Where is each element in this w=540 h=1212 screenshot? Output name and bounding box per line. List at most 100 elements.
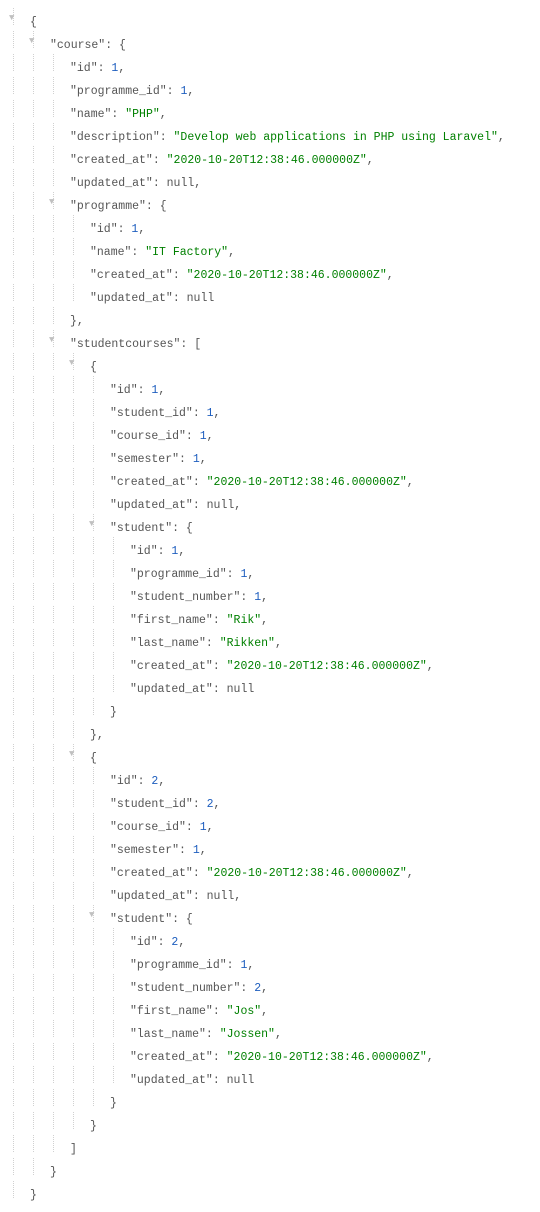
json-line: "updated_at": null, [10, 882, 530, 905]
json-line: "id": 1, [10, 537, 530, 560]
json-key: "id" [130, 545, 158, 558]
json-key: "course_id" [110, 821, 186, 834]
json-key: "course" [50, 39, 105, 52]
json-key: "updated_at" [90, 292, 173, 305]
json-line: } [10, 1089, 530, 1112]
json-line: } [10, 1181, 530, 1204]
json-line: "id": 2, [10, 767, 530, 790]
json-key: "first_name" [130, 1005, 213, 1018]
json-value: null [207, 499, 235, 512]
json-line: "updated_at": null [10, 284, 530, 307]
expand-toggle-icon[interactable]: ▼ [9, 10, 14, 27]
json-value: "2020-10-20T12:38:46.000000Z" [227, 660, 427, 673]
json-line: "student_id": 2, [10, 790, 530, 813]
json-key: "updated_at" [110, 499, 193, 512]
json-key: "course_id" [110, 430, 186, 443]
json-key: "studentcourses" [70, 338, 180, 351]
json-key: "student_id" [110, 407, 193, 420]
json-key: "name" [90, 246, 131, 259]
json-value: null [227, 1074, 255, 1087]
json-line: "created_at": "2020-10-20T12:38:46.00000… [10, 859, 530, 882]
json-value: 1 [200, 821, 207, 834]
json-key: "updated_at" [130, 1074, 213, 1087]
json-line: ▼"studentcourses": [ [10, 330, 530, 353]
json-value: 1 [193, 453, 200, 466]
json-line: "id": 1, [10, 215, 530, 238]
json-line: ▼"programme": { [10, 192, 530, 215]
json-key: "created_at" [70, 154, 153, 167]
json-line: } [10, 698, 530, 721]
json-key: "last_name" [130, 1028, 206, 1041]
json-key: "id" [90, 223, 118, 236]
json-line: "programme_id": 1, [10, 77, 530, 100]
json-line: }, [10, 721, 530, 744]
expand-toggle-icon[interactable]: ▼ [69, 746, 74, 763]
expand-toggle-icon[interactable]: ▼ [49, 332, 54, 349]
json-line: "updated_at": null, [10, 491, 530, 514]
json-line: "student_id": 1, [10, 399, 530, 422]
json-tree: ▼{▼"course": {"id": 1,"programme_id": 1,… [10, 8, 530, 1204]
json-key: "last_name" [130, 637, 206, 650]
json-line: "updated_at": null [10, 675, 530, 698]
json-value: null [227, 683, 255, 696]
json-line: ▼"course": { [10, 31, 530, 54]
json-value: null [187, 292, 215, 305]
json-line: "description": "Develop web applications… [10, 123, 530, 146]
json-line: "programme_id": 1, [10, 951, 530, 974]
json-key: "created_at" [130, 1051, 213, 1064]
json-key: "name" [70, 108, 111, 121]
json-line: ▼"student": { [10, 514, 530, 537]
json-value: "2020-10-20T12:38:46.000000Z" [207, 867, 407, 880]
json-key: "first_name" [130, 614, 213, 627]
expand-toggle-icon[interactable]: ▼ [69, 355, 74, 372]
json-key: "id" [110, 384, 138, 397]
json-value: 1 [240, 959, 247, 972]
json-key: "created_at" [110, 867, 193, 880]
json-value: "2020-10-20T12:38:46.000000Z" [227, 1051, 427, 1064]
json-line: "last_name": "Jossen", [10, 1020, 530, 1043]
json-line: ▼{ [10, 353, 530, 376]
json-line: "programme_id": 1, [10, 560, 530, 583]
expand-toggle-icon[interactable]: ▼ [89, 516, 94, 533]
json-line: ▼{ [10, 744, 530, 767]
json-value: 1 [200, 430, 207, 443]
json-value: null [167, 177, 195, 190]
json-line: "first_name": "Jos", [10, 997, 530, 1020]
json-line: "created_at": "2020-10-20T12:38:46.00000… [10, 652, 530, 675]
json-line: } [10, 1112, 530, 1135]
expand-toggle-icon[interactable]: ▼ [89, 907, 94, 924]
json-line: "semester": 1, [10, 445, 530, 468]
json-value: "Jossen" [220, 1028, 275, 1041]
json-line: "created_at": "2020-10-20T12:38:46.00000… [10, 1043, 530, 1066]
json-line: }, [10, 307, 530, 330]
json-line: "id": 2, [10, 928, 530, 951]
json-key: "programme_id" [130, 959, 227, 972]
json-line: "semester": 1, [10, 836, 530, 859]
json-value: "2020-10-20T12:38:46.000000Z" [167, 154, 367, 167]
json-line: "course_id": 1, [10, 813, 530, 836]
json-value: "2020-10-20T12:38:46.000000Z" [207, 476, 407, 489]
json-key: "programme_id" [130, 568, 227, 581]
json-key: "id" [110, 775, 138, 788]
json-line: "student_number": 2, [10, 974, 530, 997]
expand-toggle-icon[interactable]: ▼ [49, 194, 54, 211]
json-key: "student_id" [110, 798, 193, 811]
json-line: "first_name": "Rik", [10, 606, 530, 629]
json-value: "Develop web applications in PHP using L… [174, 131, 498, 144]
expand-toggle-icon[interactable]: ▼ [29, 33, 34, 50]
json-value: 2 [254, 982, 261, 995]
json-value: null [207, 890, 235, 903]
json-line: "name": "PHP", [10, 100, 530, 123]
json-line: "created_at": "2020-10-20T12:38:46.00000… [10, 261, 530, 284]
json-value: "2020-10-20T12:38:46.000000Z" [187, 269, 387, 282]
json-key: "created_at" [110, 476, 193, 489]
json-line: "created_at": "2020-10-20T12:38:46.00000… [10, 468, 530, 491]
json-line: ▼"student": { [10, 905, 530, 928]
json-key: "created_at" [130, 660, 213, 673]
json-line: ] [10, 1135, 530, 1158]
json-key: "semester" [110, 453, 179, 466]
json-value: "Rikken" [220, 637, 275, 650]
json-value: 1 [207, 407, 214, 420]
json-key: "updated_at" [130, 683, 213, 696]
json-line: "updated_at": null [10, 1066, 530, 1089]
